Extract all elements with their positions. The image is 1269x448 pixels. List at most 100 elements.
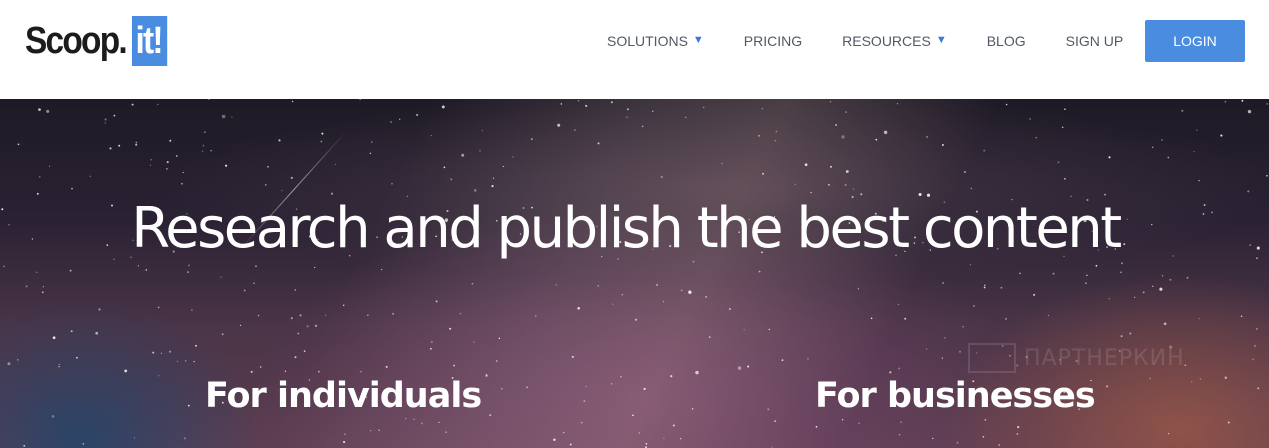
star [662,300,665,303]
star [830,165,832,168]
star [553,438,556,442]
star [243,289,246,292]
star [806,357,809,360]
nav-item-resources[interactable]: RESOURCES ▼ [842,33,947,49]
star [767,408,769,410]
watermark-logo-icon [968,343,1016,373]
star [1227,421,1230,424]
star [157,306,160,309]
star [124,369,128,373]
star [1052,272,1055,275]
star [1247,190,1250,193]
star [969,264,972,266]
scoopit-logo[interactable]: Scoop. it! [25,16,172,66]
star [1169,278,1172,281]
star [23,444,26,447]
star [502,165,504,168]
star [926,348,928,350]
star [1241,99,1244,102]
star [774,139,777,142]
star [641,125,644,128]
star [1196,129,1198,131]
star [1266,174,1268,177]
star [360,371,362,373]
star [225,164,228,167]
star [984,284,986,287]
star [557,123,561,127]
star [321,132,324,135]
nav-item-pricing[interactable]: PRICING [744,33,802,49]
star [1224,100,1227,103]
for-businesses-link[interactable]: For businesses [815,375,1096,417]
star [889,371,892,374]
star [963,170,966,173]
site-header: Scoop. it! SOLUTIONS ▼ PRICING RESOURCES… [0,0,1269,99]
star [858,422,860,425]
star [183,437,186,440]
star [185,360,187,362]
star [560,103,563,105]
star [942,282,945,284]
star [191,309,193,311]
star [430,347,432,350]
star [290,317,293,320]
star [391,182,393,185]
star [620,375,622,378]
star [828,183,830,186]
star [438,421,440,424]
nav-item-label: PRICING [743,33,803,49]
star [1095,264,1098,267]
star [175,155,178,157]
star [113,114,116,117]
star [810,191,812,194]
star [597,142,600,145]
star [181,183,183,185]
login-button[interactable]: LOGIN [1145,20,1245,62]
star [291,100,294,103]
star [1184,364,1187,367]
star [416,113,419,117]
star [708,336,711,338]
star [385,365,388,368]
star [239,324,242,327]
star [344,433,346,435]
star [413,418,415,421]
logo-wordmark: Scoop. [25,20,128,62]
star [635,318,638,321]
star [728,308,731,311]
nav-item-solutions[interactable]: SOLUTIONS ▼ [607,33,704,49]
star [645,442,648,445]
star [41,291,44,294]
star [441,105,445,109]
watermark-text: ПАРТНЕРКИН [1024,345,1185,371]
star [221,333,224,336]
star [392,312,395,315]
hero-banner: Research and publish the best content Fo… [0,99,1269,448]
star [555,283,558,286]
star [152,351,155,354]
for-individuals-link[interactable]: For individuals [205,375,482,417]
star [294,289,296,291]
star [571,355,574,358]
star [898,367,901,370]
star [450,178,453,181]
star [255,265,257,267]
nav-item-sign-up[interactable]: SIGN UP [1066,33,1124,49]
star [265,184,267,186]
star [705,296,707,298]
star [1120,335,1123,338]
star [473,341,475,343]
star [317,370,320,373]
star [150,158,153,161]
star [959,350,961,353]
star [1163,322,1167,326]
star [71,187,73,190]
caret-down-icon: ▼ [935,34,947,46]
star [481,129,484,132]
nav-item-blog[interactable]: BLOG [987,33,1026,49]
star [220,276,222,278]
star [883,130,888,135]
star [498,337,501,340]
star [512,156,514,158]
star [369,152,372,155]
